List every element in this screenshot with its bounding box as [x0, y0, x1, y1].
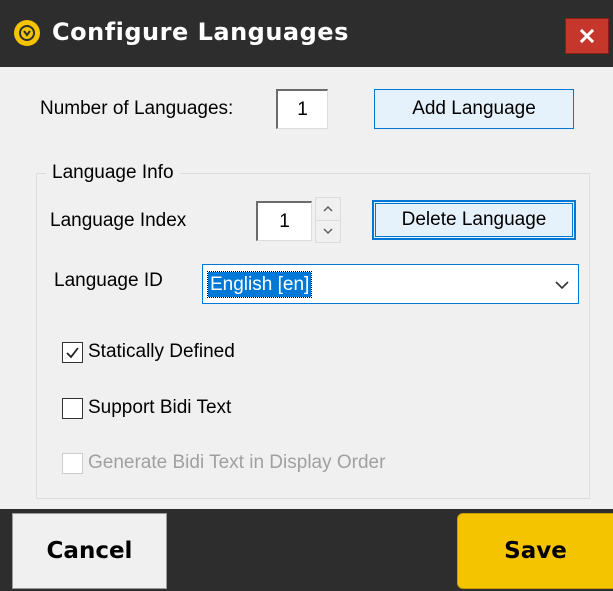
- checkmark-icon: [66, 346, 79, 358]
- language-id-selected-value: English [en]: [206, 271, 313, 298]
- language-index-field[interactable]: 1: [256, 201, 312, 241]
- add-language-button[interactable]: Add Language: [374, 89, 574, 129]
- spinner-up-button[interactable]: [316, 198, 340, 221]
- support-bidi-text-label: Support Bidi Text: [88, 397, 232, 418]
- app-logo-icon: [14, 20, 40, 46]
- statically-defined-label: Statically Defined: [88, 341, 235, 362]
- generate-bidi-display-order-checkbox: [62, 452, 83, 474]
- dialog-body: Number of Languages: 1 Add Language Lang…: [0, 67, 613, 509]
- title-bar: Configure Languages: [0, 0, 613, 67]
- cancel-button[interactable]: Cancel: [12, 513, 167, 589]
- support-bidi-text-option: Support Bidi Text: [62, 395, 231, 421]
- configure-languages-dialog: Configure Languages Number of Languages:…: [0, 0, 613, 591]
- statically-defined-option: Statically Defined: [62, 339, 235, 365]
- chevron-down-icon: [323, 228, 333, 234]
- spinner-down-button[interactable]: [316, 220, 340, 242]
- language-index-label: Language Index: [50, 210, 187, 231]
- delete-language-button[interactable]: Delete Language: [372, 200, 576, 240]
- language-info-group-title: Language Info: [46, 161, 180, 185]
- language-index-spinner: [315, 197, 341, 243]
- language-id-select[interactable]: English [en]: [202, 264, 579, 304]
- number-of-languages-label: Number of Languages:: [40, 98, 234, 119]
- dialog-title: Configure Languages: [52, 18, 349, 46]
- language-id-label: Language ID: [54, 270, 163, 291]
- close-icon: [579, 28, 595, 44]
- generate-bidi-display-order-label: Generate Bidi Text in Display Order: [88, 452, 386, 473]
- support-bidi-text-checkbox[interactable]: [62, 397, 83, 419]
- number-of-languages-field[interactable]: 1: [276, 89, 328, 129]
- statically-defined-checkbox[interactable]: [62, 341, 83, 363]
- close-button[interactable]: [565, 18, 609, 54]
- save-button[interactable]: Save: [457, 513, 613, 589]
- generate-bidi-display-order-option: Generate Bidi Text in Display Order: [62, 450, 385, 476]
- chevron-up-icon: [323, 206, 333, 212]
- chevron-down-icon: [555, 281, 569, 290]
